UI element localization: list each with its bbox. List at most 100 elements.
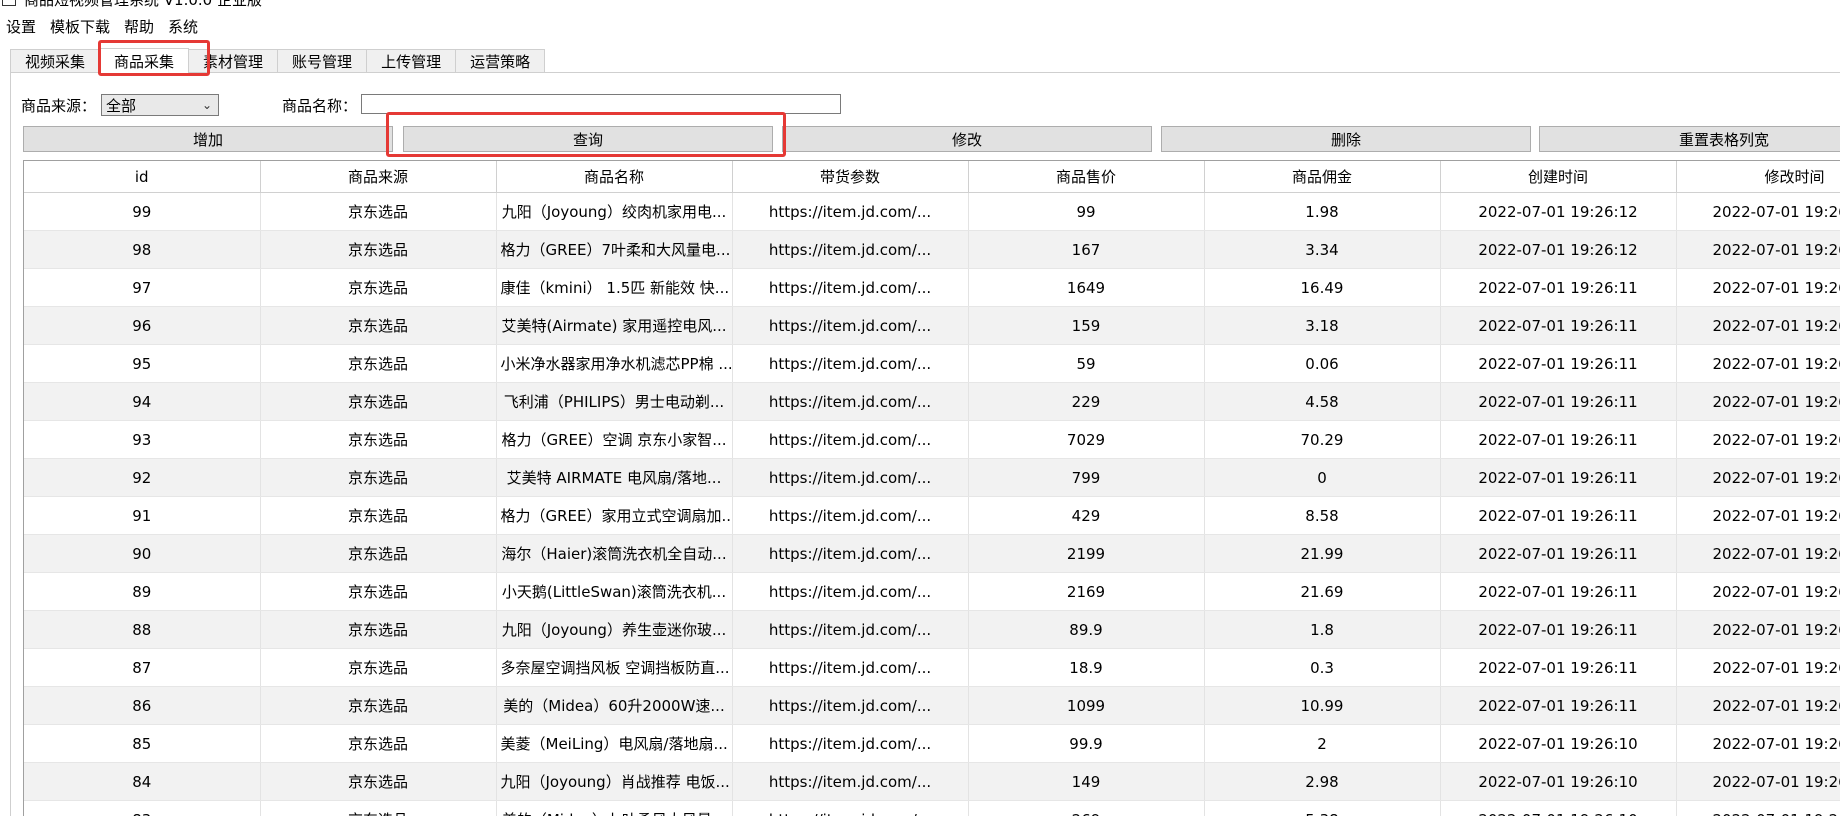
cell-source: 京东选品 — [260, 611, 496, 649]
cell-params: https://item.jd.com/... — [732, 193, 968, 231]
cell-name: 海尔（Haier)滚筒洗衣机全自动... — [496, 535, 732, 573]
cell-id: 89 — [24, 573, 260, 611]
cell-commission: 0.3 — [1204, 649, 1440, 687]
cell-created: 2022-07-01 19:26:11 — [1440, 535, 1676, 573]
cell-name: 飞利浦（PHILIPS）男士电动剃... — [496, 383, 732, 421]
cell-modified: 2022-07-01 19:26 — [1676, 269, 1840, 307]
table-row[interactable]: 88京东选品九阳（Joyoung）养生壶迷你玻...https://item.j… — [24, 611, 1840, 649]
cell-name: 九阳（Joyoung）肖战推荐 电饭... — [496, 763, 732, 801]
cell-modified: 2022-07-01 19:26 — [1676, 193, 1840, 231]
cell-modified: 2022-07-01 19:26 — [1676, 231, 1840, 269]
cell-created: 2022-07-01 19:26:11 — [1440, 573, 1676, 611]
column-header-source[interactable]: 商品来源 — [260, 161, 496, 193]
column-header-commission[interactable]: 商品佣金 — [1204, 161, 1440, 193]
table-row[interactable]: 92京东选品艾美特 AIRMATE 电风扇/落地...https://item.… — [24, 459, 1840, 497]
tab-product-collect[interactable]: 商品采集 — [99, 48, 189, 73]
cell-name: 艾美特 AIRMATE 电风扇/落地... — [496, 459, 732, 497]
table-row[interactable]: 90京东选品海尔（Haier)滚筒洗衣机全自动...https://item.j… — [24, 535, 1840, 573]
column-header-params[interactable]: 带货参数 — [732, 161, 968, 193]
column-header-id[interactable]: id — [24, 161, 260, 193]
cell-params: https://item.jd.com/... — [732, 307, 968, 345]
cell-params: https://item.jd.com/... — [732, 611, 968, 649]
tab-upload-manage[interactable]: 上传管理 — [366, 49, 456, 72]
cell-source: 京东选品 — [260, 421, 496, 459]
cell-source: 京东选品 — [260, 307, 496, 345]
cell-modified: 2022-07-01 19:26 — [1676, 459, 1840, 497]
table-row[interactable]: 93京东选品格力（GREE）空调 京东小家智...https://item.jd… — [24, 421, 1840, 459]
cell-id: 84 — [24, 763, 260, 801]
cell-params: https://item.jd.com/... — [732, 459, 968, 497]
menu-settings[interactable]: 设置 — [0, 16, 44, 37]
cell-commission: 8.58 — [1204, 497, 1440, 535]
table-row[interactable]: 87京东选品多奈屋空调挡风板 空调挡板防直...https://item.jd.… — [24, 649, 1840, 687]
cell-commission: 0 — [1204, 459, 1440, 497]
cell-params: https://item.jd.com/... — [732, 725, 968, 763]
cell-modified: 2022-07-01 19:26 — [1676, 801, 1840, 816]
cell-source: 京东选品 — [260, 573, 496, 611]
cell-price: 99 — [968, 193, 1204, 231]
tab-operation-strategy[interactable]: 运营策略 — [455, 49, 545, 72]
cell-id: 98 — [24, 231, 260, 269]
cell-modified: 2022-07-01 19:26 — [1676, 573, 1840, 611]
cell-price: 99.9 — [968, 725, 1204, 763]
window-title: 商品短视频管理系统 V1.0.0 企业版 — [24, 0, 262, 8]
reset-column-width-button[interactable]: 重置表格列宽 — [1539, 126, 1840, 152]
cell-id: 94 — [24, 383, 260, 421]
column-header-modified[interactable]: 修改时间 — [1676, 161, 1840, 193]
source-select[interactable]: 全部 ⌄ — [101, 94, 219, 116]
cell-modified: 2022-07-01 19:26 — [1676, 421, 1840, 459]
cell-created: 2022-07-01 19:26:12 — [1440, 193, 1676, 231]
cell-params: https://item.jd.com/... — [732, 649, 968, 687]
cell-name: 美的（Midea）60升2000W速... — [496, 687, 732, 725]
table-row[interactable]: 91京东选品格力（GREE）家用立式空调扇加...https://item.jd… — [24, 497, 1840, 535]
menu-template-download[interactable]: 模板下载 — [44, 16, 118, 37]
cell-price: 229 — [968, 383, 1204, 421]
add-button[interactable]: 增加 — [23, 126, 393, 152]
table-row[interactable]: 98京东选品格力（GREE）7叶柔和大风量电...https://item.jd… — [24, 231, 1840, 269]
table-row[interactable]: 89京东选品小天鹅(LittleSwan)滚筒洗衣机...https://ite… — [24, 573, 1840, 611]
cell-params: https://item.jd.com/... — [732, 687, 968, 725]
cell-created: 2022-07-01 19:26:11 — [1440, 611, 1676, 649]
tab-bar: 视频采集 商品采集 素材管理 账号管理 上传管理 运营策略 — [10, 49, 544, 73]
source-filter-row: 商品来源： — [21, 92, 96, 118]
delete-button[interactable]: 删除 — [1161, 126, 1531, 152]
table-row[interactable]: 85京东选品美菱（MeiLing）电风扇/落地扇...https://item.… — [24, 725, 1840, 763]
cell-price: 89.9 — [968, 611, 1204, 649]
menu-help[interactable]: 帮助 — [118, 16, 162, 37]
table-row[interactable]: 97京东选品康佳（kmini） 1.5匹 新能效 快...https://ite… — [24, 269, 1840, 307]
cell-price: 149 — [968, 763, 1204, 801]
cell-commission: 5.38 — [1204, 801, 1440, 816]
cell-params: https://item.jd.com/... — [732, 573, 968, 611]
cell-source: 京东选品 — [260, 193, 496, 231]
cell-name: 九阳（Joyoung）养生壶迷你玻... — [496, 611, 732, 649]
query-button[interactable]: 查询 — [403, 126, 773, 152]
cell-commission: 0.06 — [1204, 345, 1440, 383]
cell-id: 87 — [24, 649, 260, 687]
cell-name: 多奈屋空调挡风板 空调挡板防直... — [496, 649, 732, 687]
table-row[interactable]: 96京东选品艾美特(Airmate) 家用遥控电风...https://item… — [24, 307, 1840, 345]
cell-name: 格力（GREE）空调 京东小家智... — [496, 421, 732, 459]
column-header-price[interactable]: 商品售价 — [968, 161, 1204, 193]
column-header-name[interactable]: 商品名称 — [496, 161, 732, 193]
table-row[interactable]: 84京东选品九阳（Joyoung）肖战推荐 电饭...https://item.… — [24, 763, 1840, 801]
chevron-down-icon: ⌄ — [202, 98, 212, 112]
table-row[interactable]: 86京东选品美的（Midea）60升2000W速...https://item.… — [24, 687, 1840, 725]
table-row[interactable]: 83京东选品美的（Midea）七叶柔风大风量...https://item.jd… — [24, 801, 1840, 816]
edit-button[interactable]: 修改 — [782, 126, 1152, 152]
cell-params: https://item.jd.com/... — [732, 421, 968, 459]
tab-account-manage[interactable]: 账号管理 — [277, 49, 367, 72]
cell-modified: 2022-07-01 19:26 — [1676, 345, 1840, 383]
menu-bar: 设置 模板下载 帮助 系统 — [0, 12, 1840, 40]
column-header-created[interactable]: 创建时间 — [1440, 161, 1676, 193]
product-table: id 商品来源 商品名称 带货参数 商品售价 商品佣金 创建时间 修改时间 99… — [23, 160, 1840, 816]
menu-system[interactable]: 系统 — [162, 16, 206, 37]
cell-name: 九阳（Joyoung）绞肉机家用电... — [496, 193, 732, 231]
cell-name: 小米净水器家用净水机滤芯PP棉 ... — [496, 345, 732, 383]
tab-material-manage[interactable]: 素材管理 — [188, 49, 278, 72]
table-row[interactable]: 94京东选品飞利浦（PHILIPS）男士电动剃...https://item.j… — [24, 383, 1840, 421]
table-row[interactable]: 99 京东选品九阳（Joyoung）绞肉机家用电...https://item.j… — [24, 193, 1840, 231]
cell-params: https://item.jd.com/... — [732, 801, 968, 816]
tab-video-collect[interactable]: 视频采集 — [10, 49, 100, 72]
table-row[interactable]: 95京东选品小米净水器家用净水机滤芯PP棉 ...https://item.jd… — [24, 345, 1840, 383]
product-name-input[interactable] — [361, 94, 841, 114]
